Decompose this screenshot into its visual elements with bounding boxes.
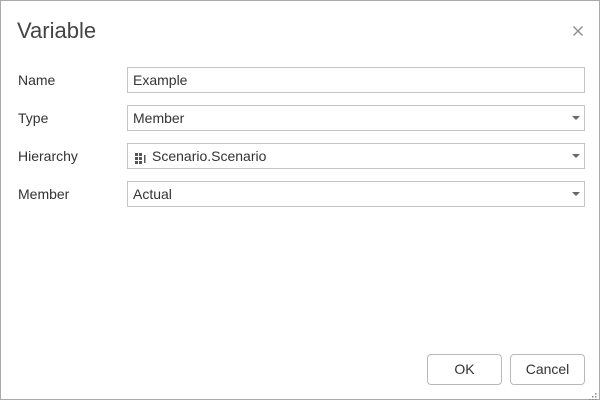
hierarchy-icon [135, 151, 147, 164]
type-value: Member [133, 110, 185, 126]
cancel-button[interactable]: Cancel [510, 354, 585, 385]
hierarchy-row: Hierarchy Scenario.Scenario [1, 143, 599, 169]
variable-dialog: Variable Name Example Type Member Hierar… [0, 0, 600, 400]
name-input[interactable]: Example [127, 67, 585, 93]
hierarchy-value: Scenario.Scenario [152, 148, 267, 164]
chevron-down-icon [572, 154, 580, 158]
hierarchy-label: Hierarchy [18, 148, 78, 164]
resize-grip-icon[interactable] [588, 388, 597, 400]
chevron-down-icon [572, 192, 580, 196]
close-icon[interactable] [570, 23, 586, 39]
member-value: Actual [133, 186, 172, 202]
hierarchy-select[interactable]: Scenario.Scenario [127, 143, 585, 169]
member-row: Member Actual [1, 181, 599, 207]
ok-button[interactable]: OK [427, 354, 502, 385]
type-label: Type [18, 110, 49, 126]
member-select[interactable]: Actual [127, 181, 585, 207]
dialog-title: Variable [17, 18, 97, 43]
name-value: Example [133, 72, 188, 88]
name-label: Name [18, 72, 56, 88]
name-row: Name Example [1, 67, 599, 93]
type-select[interactable]: Member [127, 105, 585, 131]
type-row: Type Member [1, 105, 599, 131]
chevron-down-icon [572, 116, 580, 120]
member-label: Member [18, 186, 70, 202]
